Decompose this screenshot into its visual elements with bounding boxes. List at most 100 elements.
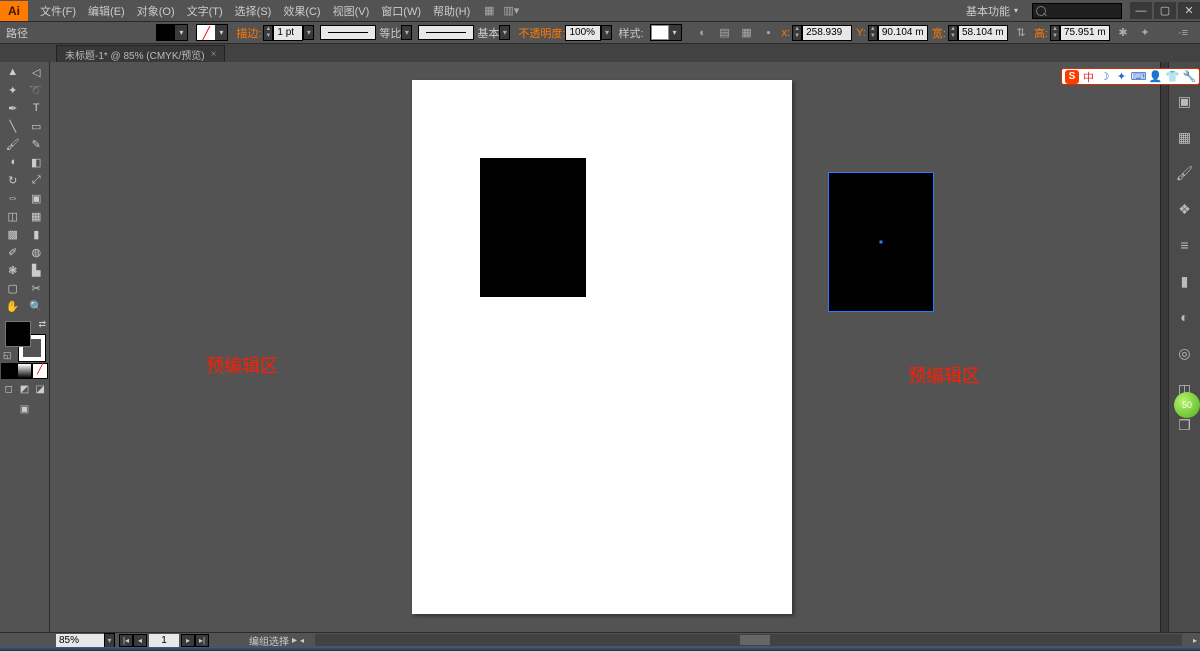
default-fill-stroke-icon[interactable]: ◱ — [3, 350, 12, 361]
y-field[interactable]: 90.104 m — [878, 25, 928, 41]
scrollbar-thumb[interactable] — [740, 635, 770, 645]
artwork-rectangle-1[interactable] — [480, 158, 586, 297]
eraser-tool[interactable]: ◧ — [25, 153, 49, 171]
fill-swatch[interactable]: ▾ — [156, 24, 188, 41]
zoom-field[interactable]: 85% — [56, 634, 104, 647]
menu-window[interactable]: 窗口(W) — [375, 3, 427, 19]
artwork-rectangle-2-selected[interactable] — [828, 172, 934, 312]
first-artboard-button[interactable]: |◂ — [119, 634, 133, 647]
scroll-right-icon[interactable]: ▸ — [1190, 636, 1200, 645]
arrange-docs-icon[interactable]: ▥▾ — [502, 3, 520, 19]
artboard-index-field[interactable]: 1 — [149, 634, 179, 647]
selection-tool[interactable]: ▲ — [1, 63, 25, 81]
scale-tool[interactable]: ⤢ — [25, 171, 49, 189]
blob-brush-tool[interactable]: ◖ — [1, 153, 25, 171]
zoom-tool[interactable]: 🔍 — [25, 297, 49, 315]
slice-tool[interactable]: ✂ — [25, 279, 49, 297]
width-tool[interactable]: ⇔ — [1, 189, 25, 207]
pencil-tool[interactable]: ✎ — [25, 135, 49, 153]
scroll-left-icon[interactable]: ◂ — [297, 636, 307, 645]
shirt-icon[interactable]: 👕 — [1166, 70, 1179, 83]
w-stepper[interactable]: ▲▼ — [948, 25, 958, 41]
workspace-switcher[interactable]: 基本功能 ▾ — [958, 3, 1026, 19]
mesh-tool[interactable]: ▩ — [1, 225, 25, 243]
panel-gradient-icon[interactable]: ▮ — [1174, 270, 1196, 292]
person-icon[interactable]: 👤 — [1149, 70, 1162, 83]
last-artboard-button[interactable]: ▸| — [195, 634, 209, 647]
stroke-weight-stepper[interactable]: ▲▼ — [263, 25, 273, 41]
panel-swatches-icon[interactable]: ▦ — [1174, 126, 1196, 148]
gradient-mode[interactable] — [17, 363, 33, 379]
next-artboard-button[interactable]: ▸ — [181, 634, 195, 647]
sparkle-icon[interactable]: ✦ — [1115, 70, 1128, 83]
stroke-swatch[interactable]: ╱ ▾ — [196, 24, 228, 41]
horizontal-scrollbar[interactable] — [315, 634, 1182, 646]
more-options-icon[interactable]: ✦ — [1136, 25, 1154, 41]
chevron-down-icon[interactable]: ▾ — [499, 25, 510, 40]
eyedropper-tool[interactable]: ✐ — [1, 243, 25, 261]
hand-tool[interactable]: ✋ — [1, 297, 25, 315]
recolor-art-icon[interactable]: ◐ — [694, 25, 712, 41]
blend-tool[interactable]: ◍ — [25, 243, 49, 261]
rotate-tool[interactable]: ↻ — [1, 171, 25, 189]
assistant-bubble-icon[interactable]: 50 — [1174, 392, 1200, 418]
h-field[interactable]: 75.951 m — [1060, 25, 1110, 41]
keyboard-icon[interactable]: ⌨ — [1132, 70, 1145, 83]
h-stepper[interactable]: ▲▼ — [1050, 25, 1060, 41]
wrench-icon[interactable]: 🔧 — [1183, 70, 1196, 83]
menu-help[interactable]: 帮助(H) — [427, 3, 476, 19]
draw-inside-icon[interactable]: ◪ — [32, 381, 48, 397]
stroke-weight-field[interactable]: 1 pt — [273, 25, 303, 41]
none-mode[interactable]: ╱ — [32, 363, 48, 379]
shape-options-icon[interactable]: ✱ — [1114, 25, 1132, 41]
panel-brushes-icon[interactable]: 🖌 — [1174, 162, 1196, 184]
opacity-field[interactable]: 100% — [565, 25, 601, 41]
link-wh-icon[interactable]: ⇅ — [1012, 25, 1030, 41]
fill-stroke-control[interactable]: ⇄ ◱ — [1, 319, 48, 361]
line-tool[interactable]: ╲ — [1, 117, 25, 135]
panel-color-icon[interactable]: ▣ — [1174, 90, 1196, 112]
bridge-icon[interactable]: ▦ — [480, 3, 498, 19]
panel-transparency-icon[interactable]: ◐ — [1174, 306, 1196, 328]
close-tab-icon[interactable]: × — [211, 49, 217, 60]
rectangle-tool[interactable]: ▭ — [25, 117, 49, 135]
menu-select[interactable]: 选择(S) — [229, 3, 278, 19]
free-transform-tool[interactable]: ▣ — [25, 189, 49, 207]
ime-lang-label[interactable]: 中 — [1083, 69, 1094, 85]
canvas[interactable]: 预编辑区 预编辑区 — [50, 62, 1160, 632]
color-mode[interactable] — [1, 363, 17, 379]
panel-symbols-icon[interactable]: ❖ — [1174, 198, 1196, 220]
align-panel-icon[interactable]: ▤ — [716, 25, 734, 41]
y-stepper[interactable]: ▲▼ — [868, 25, 878, 41]
w-field[interactable]: 58.104 m — [958, 25, 1008, 41]
close-button[interactable]: ✕ — [1178, 2, 1200, 19]
menu-type[interactable]: 文字(T) — [181, 3, 229, 19]
panel-collapse-grip[interactable]: ◂ — [1160, 62, 1168, 632]
chevron-down-icon[interactable]: ▾ — [104, 633, 115, 648]
perspective-grid-tool[interactable]: ▦ — [25, 207, 49, 225]
document-tab[interactable]: 未标题-1* @ 85% (CMYK/预览) × — [56, 45, 225, 62]
maximize-button[interactable]: ▢ — [1154, 2, 1176, 19]
brush-definition[interactable] — [418, 25, 474, 40]
minimize-button[interactable]: — — [1130, 2, 1152, 19]
menu-edit[interactable]: 编辑(E) — [82, 3, 131, 19]
prev-artboard-button[interactable]: ◂ — [133, 634, 147, 647]
chevron-down-icon[interactable]: ▾ — [303, 25, 314, 40]
magic-wand-tool[interactable]: ✦ — [1, 81, 25, 99]
type-tool[interactable]: T — [25, 99, 49, 117]
menu-view[interactable]: 视图(V) — [327, 3, 376, 19]
transform-panel-icon[interactable]: ▦ — [738, 25, 756, 41]
panel-appearance-icon[interactable]: ◎ — [1174, 342, 1196, 364]
symbol-sprayer-tool[interactable]: ❃ — [1, 261, 25, 279]
draw-normal-icon[interactable]: ◻ — [1, 381, 17, 397]
panel-stroke-icon[interactable]: ≡ — [1174, 234, 1196, 256]
ime-toolbar[interactable]: S 中 ☽ ✦ ⌨ 👤 👕 🔧 — [1061, 68, 1200, 85]
moon-icon[interactable]: ☽ — [1098, 70, 1111, 83]
gradient-tool[interactable]: ▮ — [25, 225, 49, 243]
paintbrush-tool[interactable]: 🖌 — [1, 135, 25, 153]
chevron-down-icon[interactable]: ▾ — [401, 25, 412, 40]
reference-point-icon[interactable]: ▪ — [760, 25, 778, 41]
lasso-tool[interactable]: ➰ — [25, 81, 49, 99]
var-width-profile[interactable] — [320, 25, 376, 40]
artboard-tool[interactable]: ▢ — [1, 279, 25, 297]
